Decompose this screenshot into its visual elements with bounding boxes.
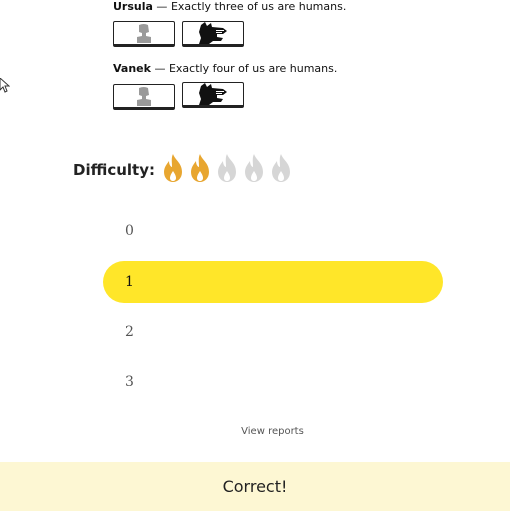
werewolf-choice-button[interactable] <box>182 82 244 108</box>
answer-option[interactable]: 3 <box>103 361 443 403</box>
flame-icon-empty <box>245 154 263 182</box>
human-icon <box>137 24 151 43</box>
answer-option-label: 2 <box>125 324 134 340</box>
answer-option-label: 3 <box>125 374 134 390</box>
flame-icon-empty <box>272 154 290 182</box>
result-banner: Correct! <box>0 462 510 511</box>
view-reports-link[interactable]: View reports <box>0 426 510 437</box>
statement-text: Exactly three of us are humans. <box>170 0 347 13</box>
answer-option[interactable]: 0 <box>103 210 443 252</box>
statement-dash: — <box>150 62 169 75</box>
statement-dash: — <box>152 0 171 13</box>
answer-option[interactable]: 2 <box>103 311 443 353</box>
difficulty-rating <box>160 153 294 183</box>
statement-text: Exactly four of us are humans. <box>168 62 338 75</box>
answer-option-label: 0 <box>125 223 134 239</box>
flame-icon-filled <box>191 154 209 182</box>
statement-ursula: Ursula — Exactly three of us are humans. <box>113 0 346 13</box>
speaker-name: Ursula <box>113 0 153 13</box>
statement-vanek: Vanek — Exactly four of us are humans. <box>113 62 337 75</box>
answer-option-label: 1 <box>125 274 134 290</box>
human-icon <box>137 87 151 106</box>
speaker-name: Vanek <box>113 62 151 75</box>
mouse-cursor-icon <box>0 78 10 93</box>
answer-option[interactable]: 1 <box>103 261 443 303</box>
human-choice-button[interactable] <box>113 21 175 47</box>
result-message: Correct! <box>222 477 288 496</box>
werewolf-icon <box>199 83 227 105</box>
human-choice-button[interactable] <box>113 84 175 110</box>
werewolf-choice-button[interactable] <box>182 21 244 47</box>
difficulty-label: Difficulty: <box>73 161 155 179</box>
flame-icon-empty <box>218 154 236 182</box>
flame-icon-filled <box>164 154 182 182</box>
werewolf-icon <box>199 22 227 44</box>
